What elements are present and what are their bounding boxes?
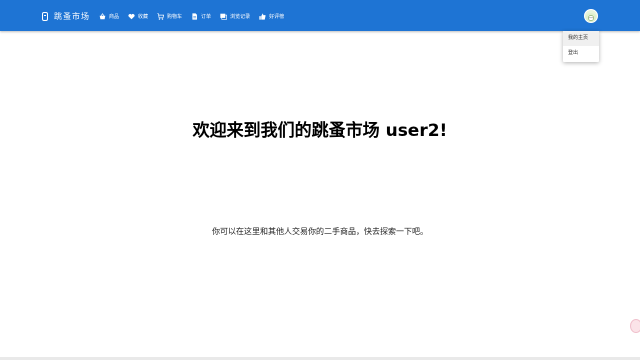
main-nav: 商品 收藏 购物车 订单 浏览记录 好评榜 [99, 11, 293, 21]
nav-item-orders[interactable]: 订单 [191, 12, 212, 20]
welcome-subtitle: 你可以在这里和其他人交易你的二手商品，快去探索一下吧。 [212, 227, 428, 236]
welcome-heading: 欢迎来到我们的跳蚤市场 user2! [192, 121, 448, 141]
avatar-image-icon [585, 13, 597, 22]
thumbs-up-icon [259, 13, 266, 20]
menu-item-my-homepage[interactable]: 我的主页 [563, 31, 599, 46]
document-icon [192, 12, 197, 20]
brand-title: 跳蚤市场 [54, 11, 90, 21]
nav-item-cart[interactable]: 购物车 [157, 12, 183, 20]
floating-assistant-icon[interactable] [630, 319, 640, 333]
nav-label-products: 商品 [109, 13, 120, 20]
nav-item-favorites[interactable]: 收藏 [128, 13, 148, 20]
nav-label-ranking: 好评榜 [269, 13, 285, 20]
user-dropdown-menu: 我的主页 登出 [563, 31, 599, 62]
nav-label-history: 浏览记录 [230, 13, 251, 20]
nav-label-favorites: 收藏 [138, 13, 149, 20]
flea-logo-icon [42, 11, 48, 21]
cart-icon [157, 12, 165, 20]
nav-label-cart: 购物车 [167, 13, 183, 20]
basket-icon [99, 12, 106, 19]
nav-item-products[interactable]: 商品 [99, 12, 120, 20]
brand[interactable]: 跳蚤市场 [42, 9, 90, 23]
nav-item-history[interactable]: 浏览记录 [220, 13, 250, 20]
nav-item-ranking[interactable]: 好评榜 [259, 13, 284, 20]
top-nav-bar: 跳蚤市场 商品 收藏 购物车 订单 浏览记录 好评榜 [0, 0, 640, 31]
menu-item-logout[interactable]: 登出 [563, 46, 599, 61]
history-icon [220, 13, 228, 20]
nav-label-orders: 订单 [201, 13, 212, 20]
heart-icon [128, 13, 135, 19]
user-avatar[interactable] [584, 9, 598, 23]
